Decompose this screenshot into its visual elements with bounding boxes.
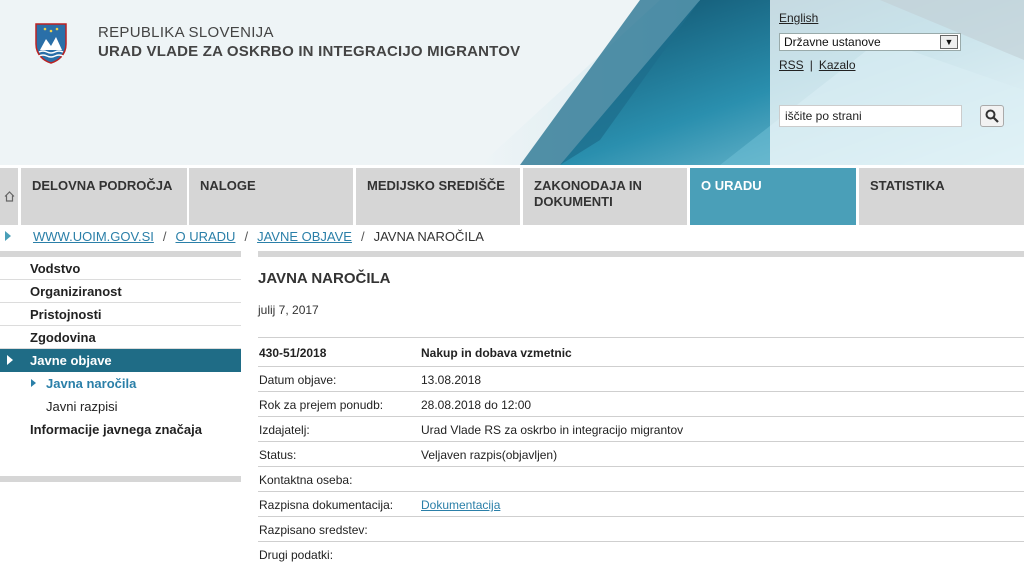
table-row: Kontaktna oseba: [258,466,1024,491]
breadcrumb-separator: / [360,229,365,244]
page: REPUBLIKA SLOVENIJA URAD VLADE ZA OSKRBO… [0,0,1024,578]
sidebar-item-label: Zgodovina [30,330,96,345]
tab-medijsko-sredisce[interactable]: MEDIJSKO SREDIŠČE [356,168,520,225]
record-subject: Nakup in dobava vzmetnic [421,346,572,360]
breadcrumb-javne-objave-link[interactable]: JAVNE OBJAVE [257,229,352,244]
government-title: REPUBLIKA SLOVENIJA [98,24,274,41]
row-value: 13.08.2018 [421,373,482,387]
record-number: 430-51/2018 [259,346,327,360]
row-key: Razpisna dokumentacija: [259,498,394,512]
row-key: Kontaktna oseba: [259,473,353,487]
row-value: 28.08.2018 do 12:00 [421,398,532,412]
table-row: Razpisano sredstev: [258,516,1024,541]
sidebar-item-informacije-javnega-znacaja[interactable]: Informacije javnega značaja [0,418,241,441]
sidebar-subitem-javna-narocila[interactable]: Javna naročila [0,372,241,395]
row-key: Drugi podatki: [259,548,334,562]
page-title: JAVNA NAROČILA [258,270,391,287]
sidebar-item-label: Organiziranost [30,284,122,299]
table-row: Datum objave: 13.08.2018 [258,366,1024,391]
search-button[interactable] [980,105,1004,127]
table-row: Status: Veljaven razpis(objavljen) [258,441,1024,466]
row-value: Veljaven razpis(objavljen) [421,448,558,462]
sidebar-bottom-divider [0,476,241,482]
site-header: REPUBLIKA SLOVENIJA URAD VLADE ZA OSKRBO… [0,0,1024,165]
row-key: Rok za prejem ponudb: [259,398,384,412]
index-link[interactable]: Kazalo [819,58,856,72]
sidebar-item-pristojnosti[interactable]: Pristojnosti [0,303,241,326]
tab-statistika[interactable]: STATISTIKA [859,168,1024,225]
sidebar-item-javne-objave[interactable]: Javne objave [0,349,241,372]
breadcrumb-current: JAVNA NAROČILA [373,229,484,244]
sidebar-item-organiziranost[interactable]: Organiziranost [0,280,241,303]
tender-details-table: 430-51/2018 Nakup in dobava vzmetnic Dat… [258,337,1024,566]
utility-links: RSS | Kazalo [779,58,856,72]
content-top-divider [258,251,1024,257]
sidebar-subitem-javni-razpisi[interactable]: Javni razpisi [0,395,241,418]
tab-zakonodaja-in-dokumenti[interactable]: ZAKONODAJA IN DOKUMENTI [523,168,687,225]
sidebar: Vodstvo Organiziranost Pristojnosti Zgod… [0,251,241,484]
row-key: Datum objave: [259,373,337,387]
table-row: Razpisna dokumentacija: Dokumentacija [258,491,1024,516]
tab-o-uradu[interactable]: O URADU [690,168,856,225]
breadcrumb-separator: / [162,229,167,244]
sidebar-item-label: Javne objave [30,353,112,368]
row-key: Status: [259,448,297,462]
sidebar-item-label: Vodstvo [30,261,81,276]
main-navigation: DELOVNA PODROČJA NALOGE MEDIJSKO SREDIŠČ… [0,165,1024,225]
sidebar-item-label: Javna naročila [46,376,137,391]
institutions-select[interactable]: Državne ustanove ▼ [779,33,961,51]
table-row: Izdajatelj: Urad Vlade RS za oskrbo in i… [258,416,1024,441]
breadcrumb-arrow-icon [5,231,11,241]
expand-arrow-icon [7,355,13,365]
institutions-select-value: Državne ustanove [784,35,881,49]
sidebar-item-zgodovina[interactable]: Zgodovina [0,326,241,349]
rss-link[interactable]: RSS [779,58,804,72]
utility-separator: | [809,58,813,72]
main-content: JAVNA NAROČILA julij 7, 2017 430-51/2018… [258,251,1024,562]
breadcrumb: WWW.UOIM.GOV.SI / O URADU / JAVNE OBJAVE / JAV… [0,226,1024,248]
breadcrumb-home-link[interactable]: WWW.UOIM.GOV.SI [33,229,154,244]
breadcrumb-separator: / [244,229,249,244]
row-key: Izdajatelj: [259,423,310,437]
sidebar-item-label: Informacije javnega značaja [30,422,202,437]
office-title: URAD VLADE ZA OSKRBO IN INTEGRACIJO MIGR… [98,43,521,60]
chevron-down-icon[interactable]: ▼ [940,35,958,49]
row-key: Razpisano sredstev: [259,523,368,537]
publish-date: julij 7, 2017 [258,303,319,317]
tab-naloge[interactable]: NALOGE [189,168,353,225]
home-button[interactable] [0,168,18,225]
search-input[interactable] [779,105,962,127]
current-arrow-icon [31,379,36,387]
breadcrumb-o-uradu-link[interactable]: O URADU [175,229,235,244]
search-icon [985,109,999,123]
table-row-header: 430-51/2018 Nakup in dobava vzmetnic [258,337,1024,366]
table-row: Drugi podatki: [258,541,1024,566]
sidebar-item-vodstvo[interactable]: Vodstvo [0,257,241,280]
tab-delovna-podrocja[interactable]: DELOVNA PODROČJA [21,168,187,225]
home-icon [4,191,14,202]
row-value: Urad Vlade RS za oskrbo in integracijo m… [421,423,684,437]
english-link[interactable]: English [779,11,818,25]
documentation-link[interactable]: Dokumentacija [421,498,500,512]
table-row: Rok za prejem ponudb: 28.08.2018 do 12:0… [258,391,1024,416]
sidebar-item-label: Javni razpisi [46,399,118,414]
slovenia-crest-icon [35,23,67,64]
sidebar-item-label: Pristojnosti [30,307,102,322]
